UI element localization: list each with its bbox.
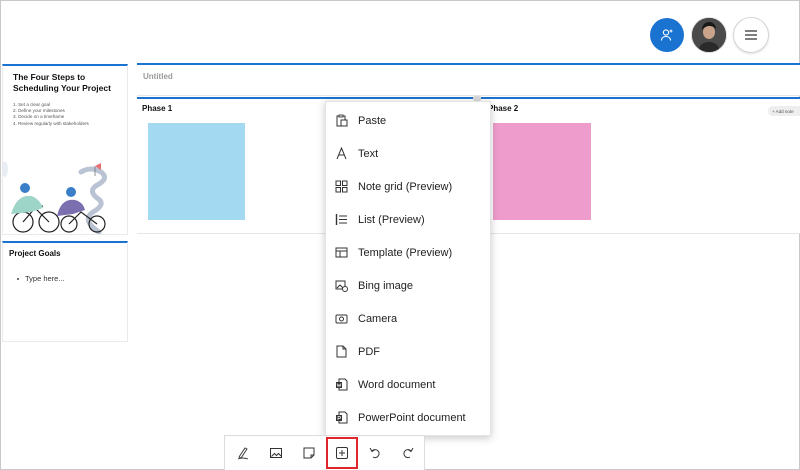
menu-item-bing-image[interactable]: Bing image [326, 269, 492, 302]
menu-item-label: PowerPoint document [358, 411, 466, 424]
menu-item-paste[interactable]: Paste [326, 104, 492, 137]
menu-item-text[interactable]: Text [326, 137, 492, 170]
phase-1-label: Phase 1 [142, 104, 173, 113]
menu-item-label: Word document [358, 378, 436, 391]
person-add-icon [660, 29, 673, 41]
user-avatar[interactable] [691, 17, 727, 53]
menu-item-word-document[interactable]: Word document [326, 368, 492, 401]
bing-image-icon [334, 279, 348, 293]
insert-menu: Paste Text Note grid (Preview) List (Pre… [325, 101, 491, 436]
menu-item-label: Bing image [358, 279, 414, 292]
board-title: Untitled [143, 72, 173, 81]
add-icon [336, 447, 348, 459]
avatar-photo-icon [692, 18, 726, 52]
steps-card-title: The Four Steps to Scheduling Your Projec… [13, 72, 111, 93]
cyclists-illustration [3, 162, 107, 234]
menu-item-label: Camera [358, 312, 398, 325]
menu-item-camera[interactable]: Camera [326, 302, 492, 335]
pen-icon [237, 447, 249, 460]
sticky-note-blue[interactable] [148, 123, 245, 220]
share-button[interactable] [650, 18, 684, 52]
menu-item-template[interactable]: Template (Preview) [326, 236, 492, 269]
menu-item-label: Text [358, 147, 379, 160]
redo-button[interactable] [392, 437, 424, 469]
step-item: 4. Review regularly with stakeholders [13, 120, 89, 126]
main-menu-button[interactable] [733, 17, 769, 53]
template-icon [334, 246, 348, 260]
note-grid-icon [334, 180, 348, 194]
pen-button[interactable] [227, 437, 259, 469]
phase-2-label: Phase 2 [488, 104, 519, 113]
board-title-bar[interactable]: Untitled [137, 63, 800, 96]
steps-card[interactable]: The Four Steps to Scheduling Your Projec… [2, 64, 128, 235]
hamburger-menu-icon [745, 30, 757, 40]
text-icon [334, 147, 348, 161]
sticky-note-pink[interactable] [493, 123, 591, 220]
image-icon [270, 448, 282, 458]
redo-icon [403, 447, 414, 459]
steps-list: 1. Set a clear goal 2. Define your miles… [13, 102, 89, 127]
sticky-note-icon [303, 447, 315, 459]
bullet-dot [17, 277, 19, 280]
menu-item-label: Note grid (Preview) [358, 180, 453, 193]
clipboard-paste-icon [334, 114, 348, 128]
undo-icon [369, 447, 380, 459]
list-icon [334, 213, 348, 227]
word-document-icon [334, 378, 348, 392]
sticky-note-button[interactable] [293, 437, 325, 469]
menu-item-label: List (Preview) [358, 213, 425, 226]
add-button[interactable] [326, 437, 358, 469]
menu-item-label: PDF [358, 345, 380, 358]
powerpoint-document-icon [334, 411, 348, 425]
image-button[interactable] [260, 437, 292, 469]
goals-bullet[interactable]: Type here... [17, 274, 65, 283]
menu-item-list[interactable]: List (Preview) [326, 203, 492, 236]
project-goals-title: Project Goals [9, 249, 61, 258]
bottom-toolbar [224, 435, 425, 470]
menu-item-label: Template (Preview) [358, 246, 453, 259]
camera-icon [334, 312, 348, 326]
project-goals-card[interactable]: Project Goals Type here... [2, 241, 128, 342]
undo-button[interactable] [359, 437, 391, 469]
pdf-icon [334, 345, 348, 359]
add-note-button[interactable]: + Add note [768, 106, 800, 116]
goals-placeholder: Type here... [25, 274, 65, 283]
menu-item-pdf[interactable]: PDF [326, 335, 492, 368]
menu-item-label: Paste [358, 114, 387, 127]
menu-item-powerpoint-document[interactable]: PowerPoint document [326, 401, 492, 434]
menu-item-note-grid[interactable]: Note grid (Preview) [326, 170, 492, 203]
